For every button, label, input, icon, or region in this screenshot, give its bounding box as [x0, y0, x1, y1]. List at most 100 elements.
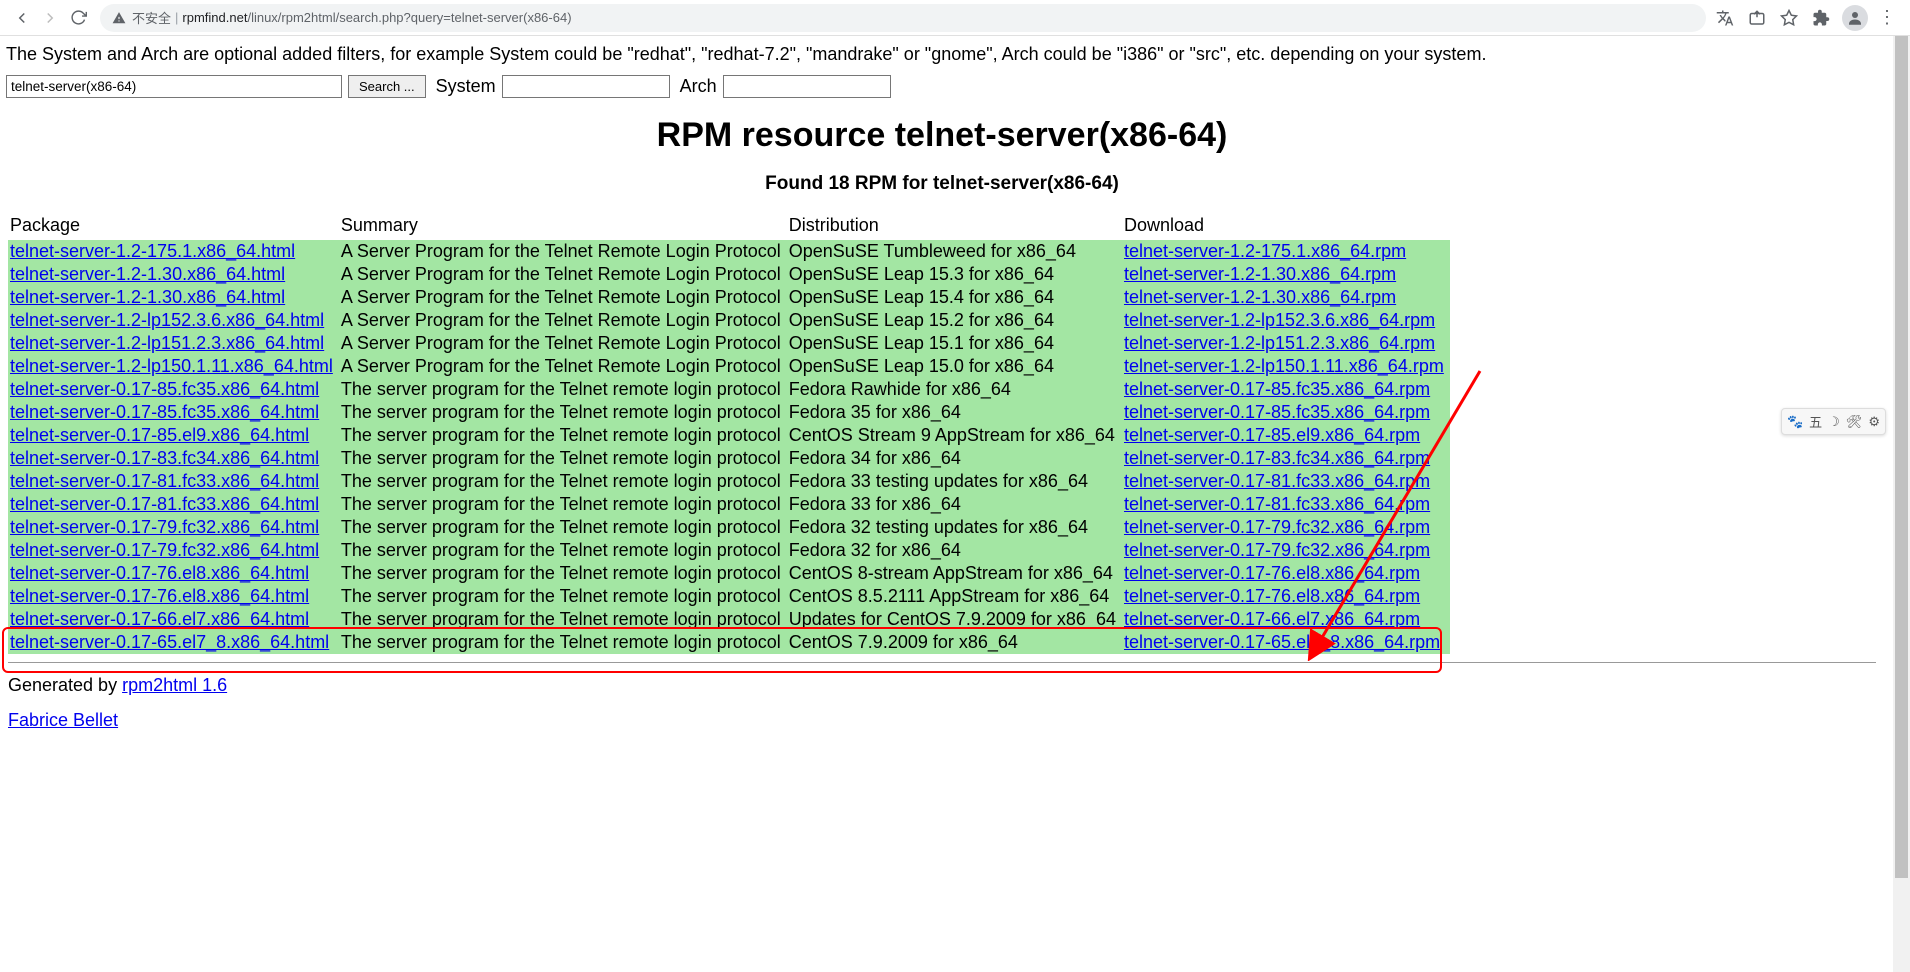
extensions-icon[interactable]	[1810, 7, 1832, 29]
query-input[interactable]	[6, 75, 342, 98]
summary-cell: The server program for the Telnet remote…	[339, 562, 787, 585]
table-row: telnet-server-0.17-85.fc35.x86_64.html Th…	[8, 378, 1450, 401]
vertical-scrollbar[interactable]	[1893, 36, 1910, 972]
system-input[interactable]	[502, 75, 670, 98]
download-link[interactable]: telnet-server-0.17-81.fc33.x86_64.rpm	[1124, 494, 1430, 514]
table-row: telnet-server-0.17-81.fc33.x86_64.html Th…	[8, 493, 1450, 516]
download-link[interactable]: telnet-server-0.17-85.fc35.x86_64.rpm	[1124, 402, 1430, 422]
author-link[interactable]: Fabrice Bellet	[8, 710, 118, 730]
table-row: telnet-server-0.17-85.fc35.x86_64.htmlTh…	[8, 401, 1450, 424]
package-link[interactable]: telnet-server-0.17-66.el7.x86_64.html	[10, 609, 309, 629]
search-button[interactable]: Search ...	[348, 75, 426, 98]
download-link[interactable]: telnet-server-1.2-1.30.x86_64.rpm	[1124, 287, 1396, 307]
distribution-cell: OpenSuSE Leap 15.3 for x86_64	[787, 263, 1122, 286]
package-link[interactable]: telnet-server-0.17-79.fc32.x86_64.html	[10, 517, 319, 537]
arch-input[interactable]	[723, 75, 891, 98]
col-distribution: Distribution	[787, 213, 1122, 240]
table-row: telnet-server-0.17-65.el7_8.x86_64.htmlT…	[8, 631, 1450, 654]
table-row: telnet-server-1.2-175.1.x86_64.html A Ser…	[8, 240, 1450, 263]
table-row: telnet-server-0.17-79.fc32.x86_64.htmlTh…	[8, 539, 1450, 562]
table-row: telnet-server-0.17-76.el8.x86_64.html The…	[8, 562, 1450, 585]
download-link[interactable]: telnet-server-1.2-lp150.1.11.x86_64.rpm	[1124, 356, 1444, 376]
package-link[interactable]: telnet-server-0.17-76.el8.x86_64.html	[10, 586, 309, 606]
distribution-cell: CentOS 8-stream AppStream for x86_64	[787, 562, 1122, 585]
summary-cell: The server program for the Telnet remote…	[339, 493, 787, 516]
summary-cell: A Server Program for the Telnet Remote L…	[339, 286, 787, 309]
download-link[interactable]: telnet-server-1.2-lp151.2.3.x86_64.rpm	[1124, 333, 1435, 353]
package-link[interactable]: telnet-server-0.17-83.fc34.x86_64.html	[10, 448, 319, 468]
table-row: telnet-server-0.17-76.el8.x86_64.htmlThe…	[8, 585, 1450, 608]
result-count: Found 18 RPM for telnet-server(x86-64)	[4, 173, 1880, 195]
download-link[interactable]: telnet-server-0.17-85.fc35.x86_64.rpm	[1124, 379, 1430, 399]
package-link[interactable]: telnet-server-1.2-lp152.3.6.x86_64.html	[10, 310, 324, 330]
share-icon[interactable]	[1746, 7, 1768, 29]
kebab-menu-icon[interactable]: ⋮	[1878, 7, 1896, 28]
download-link[interactable]: telnet-server-0.17-85.el9.x86_64.rpm	[1124, 425, 1420, 445]
results-table: Package Summary Distribution Download te…	[8, 213, 1450, 654]
distribution-cell: Fedora 33 testing updates for x86_64	[787, 470, 1122, 493]
summary-cell: A Server Program for the Telnet Remote L…	[339, 332, 787, 355]
address-bar[interactable]: 不安全 | rpmfind.net/linux/rpm2html/search.…	[100, 4, 1706, 32]
download-link[interactable]: telnet-server-1.2-1.30.x86_64.rpm	[1124, 264, 1396, 284]
table-row: telnet-server-0.17-66.el7.x86_64.htmlThe…	[8, 608, 1450, 631]
distribution-cell: Fedora 32 testing updates for x86_64	[787, 516, 1122, 539]
reload-button[interactable]	[64, 4, 92, 32]
divider	[8, 662, 1876, 663]
download-link[interactable]: telnet-server-0.17-65.el7_8.x86_64.rpm	[1124, 632, 1440, 652]
package-link[interactable]: telnet-server-0.17-85.el9.x86_64.html	[10, 425, 309, 445]
package-link[interactable]: telnet-server-1.2-lp150.1.11.x86_64.html	[10, 356, 333, 376]
summary-cell: A Server Program for the Telnet Remote L…	[339, 355, 787, 378]
summary-cell: The server program for the Telnet remote…	[339, 424, 787, 447]
extension-toolbar[interactable]: 🐾 五 ☽ 🛠 ⚙	[1781, 408, 1886, 435]
page-title: RPM resource telnet-server(x86-64)	[4, 116, 1880, 155]
profile-avatar[interactable]	[1842, 5, 1868, 31]
package-link[interactable]: telnet-server-0.17-85.fc35.x86_64.html	[10, 379, 319, 399]
scrollbar-thumb[interactable]	[1895, 36, 1908, 878]
rpm2html-link[interactable]: rpm2html 1.6	[122, 675, 227, 695]
distribution-cell: Fedora 35 for x86_64	[787, 401, 1122, 424]
url-path: /linux/rpm2html/search.php?query=telnet-…	[247, 10, 571, 25]
package-link[interactable]: telnet-server-1.2-175.1.x86_64.html	[10, 241, 295, 261]
table-row: telnet-server-1.2-1.30.x86_64.html A Serv…	[8, 286, 1450, 309]
url-host: rpmfind.net	[182, 10, 247, 25]
summary-cell: A Server Program for the Telnet Remote L…	[339, 240, 787, 263]
insecure-icon	[112, 11, 126, 25]
package-link[interactable]: telnet-server-0.17-81.fc33.x86_64.html	[10, 471, 319, 491]
package-link[interactable]: telnet-server-1.2-1.30.x86_64.html	[10, 287, 285, 307]
col-download: Download	[1122, 213, 1450, 240]
download-link[interactable]: telnet-server-0.17-81.fc33.x86_64.rpm	[1124, 471, 1430, 491]
wrench-icon[interactable]: 🛠	[1846, 414, 1863, 430]
browser-right-icons: ⋮	[1714, 5, 1902, 31]
forward-button[interactable]	[36, 4, 64, 32]
gear-icon[interactable]: ⚙	[1868, 414, 1880, 430]
table-row: telnet-server-1.2-1.30.x86_64.htmlA Serv…	[8, 263, 1450, 286]
back-button[interactable]	[8, 4, 36, 32]
download-link[interactable]: telnet-server-1.2-lp152.3.6.x86_64.rpm	[1124, 310, 1435, 330]
download-link[interactable]: telnet-server-0.17-76.el8.x86_64.rpm	[1124, 563, 1420, 583]
distribution-cell: Fedora 32 for x86_64	[787, 539, 1122, 562]
system-label: System	[436, 76, 496, 97]
paw-icon[interactable]: 🐾	[1787, 414, 1803, 430]
summary-cell: The server program for the Telnet remote…	[339, 378, 787, 401]
package-link[interactable]: telnet-server-0.17-65.el7_8.x86_64.html	[10, 632, 329, 652]
package-link[interactable]: telnet-server-1.2-lp151.2.3.x86_64.html	[10, 333, 324, 353]
download-link[interactable]: telnet-server-0.17-79.fc32.x86_64.rpm	[1124, 540, 1430, 560]
package-link[interactable]: telnet-server-0.17-85.fc35.x86_64.html	[10, 402, 319, 422]
package-link[interactable]: telnet-server-0.17-79.fc32.x86_64.html	[10, 540, 319, 560]
bookmark-star-icon[interactable]	[1778, 7, 1800, 29]
download-link[interactable]: telnet-server-0.17-79.fc32.x86_64.rpm	[1124, 517, 1430, 537]
ime-label[interactable]: 五	[1809, 412, 1822, 431]
distribution-cell: OpenSuSE Leap 15.2 for x86_64	[787, 309, 1122, 332]
download-link[interactable]: telnet-server-0.17-66.el7.x86_64.rpm	[1124, 609, 1420, 629]
distribution-cell: CentOS 8.5.2111 AppStream for x86_64	[787, 585, 1122, 608]
table-row: telnet-server-1.2-lp150.1.11.x86_64.html…	[8, 355, 1450, 378]
page-content: The System and Arch are optional added f…	[0, 36, 1888, 765]
package-link[interactable]: telnet-server-1.2-1.30.x86_64.html	[10, 264, 285, 284]
package-link[interactable]: telnet-server-0.17-76.el8.x86_64.html	[10, 563, 309, 583]
translate-icon[interactable]	[1714, 7, 1736, 29]
download-link[interactable]: telnet-server-1.2-175.1.x86_64.rpm	[1124, 241, 1406, 261]
package-link[interactable]: telnet-server-0.17-81.fc33.x86_64.html	[10, 494, 319, 514]
download-link[interactable]: telnet-server-0.17-83.fc34.x86_64.rpm	[1124, 448, 1430, 468]
moon-icon[interactable]: ☽	[1828, 414, 1840, 430]
download-link[interactable]: telnet-server-0.17-76.el8.x86_64.rpm	[1124, 586, 1420, 606]
